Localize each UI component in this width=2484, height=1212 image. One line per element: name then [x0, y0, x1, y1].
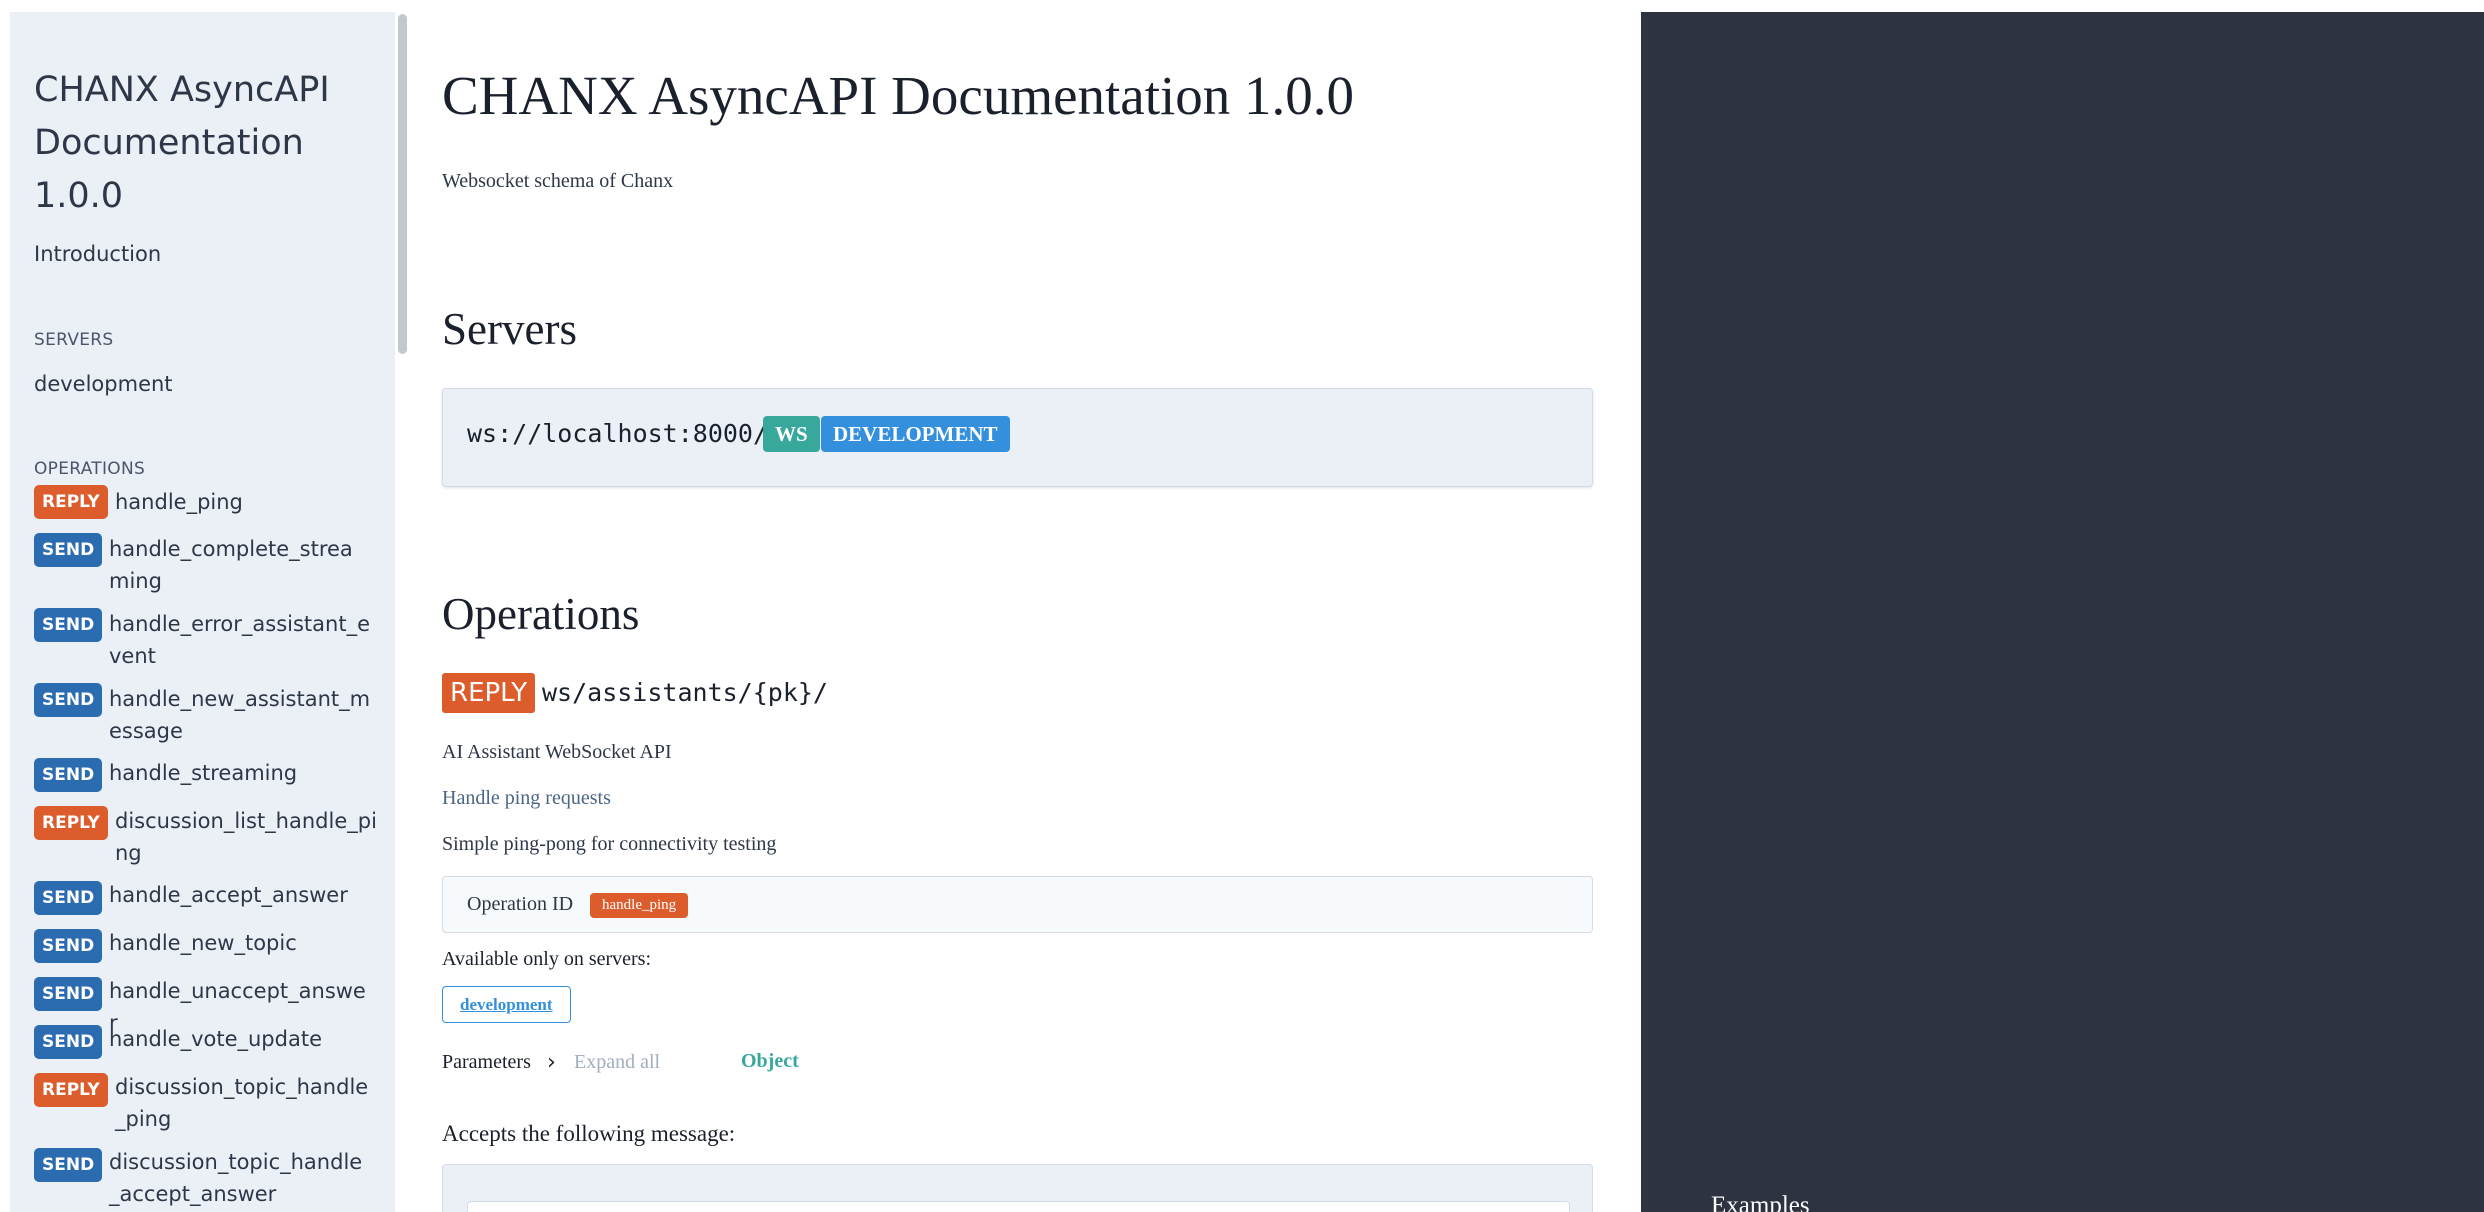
- operation-description: Simple ping-pong for connectivity testin…: [442, 833, 777, 855]
- operation-name: handle_complete_streaming: [109, 537, 353, 593]
- sidebar-scrollbar[interactable]: [398, 14, 407, 354]
- operation-id-box: Operation ID handle_ping: [442, 876, 1593, 933]
- page-description: Websocket schema of Chanx: [442, 170, 674, 192]
- message-header[interactable]: [467, 1201, 1570, 1212]
- operation-type-badge: SEND: [34, 1148, 103, 1182]
- available-servers-label: Available only on servers:: [442, 948, 652, 970]
- sidebar-item-server-development[interactable]: development: [34, 372, 173, 396]
- sidebar-servers-heading: SERVERS: [34, 330, 114, 350]
- protocol-badge: WS: [763, 416, 820, 452]
- message-card: [442, 1164, 1593, 1212]
- operation-type-badge: SEND: [34, 929, 103, 963]
- operation-type-badge: REPLY: [34, 485, 108, 519]
- channel-name: ws/assistants/{pk}/: [542, 678, 828, 707]
- operation-name: handle_accept_answer: [109, 883, 348, 907]
- sidebar-operations-heading: OPERATIONS: [34, 459, 146, 479]
- sidebar: CHANX AsyncAPI Documentation 1.0.0 Intro…: [10, 12, 395, 1212]
- operation-id-badge: handle_ping: [590, 893, 689, 918]
- operation-type-badge: SEND: [34, 1025, 103, 1059]
- operation-type-badge: REPLY: [34, 1073, 108, 1107]
- operation-type-badge: SEND: [34, 533, 103, 567]
- server-card: ws://localhost:8000/ WS DEVELOPMENT: [442, 388, 1593, 487]
- operation-name: handle_new_topic: [109, 931, 297, 955]
- page-title: CHANX AsyncAPI Documentation 1.0.0: [442, 65, 1355, 126]
- server-url: ws://localhost:8000/: [467, 419, 769, 448]
- chevron-right-icon[interactable]: ›: [547, 1050, 556, 1075]
- operation-name: handle_ping: [115, 490, 243, 514]
- environment-badge: DEVELOPMENT: [821, 416, 1010, 452]
- operation-name: discussion_topic_handle_accept_answer: [109, 1150, 363, 1206]
- expand-all-button[interactable]: Expand all: [574, 1051, 660, 1074]
- operation-name: handle_error_assistant_event: [109, 612, 371, 668]
- operation-id-label: Operation ID: [467, 893, 574, 915]
- operation-name: discussion_list_handle_ping: [115, 809, 377, 865]
- examples-heading: Examples: [1711, 1192, 1810, 1212]
- operation-type-badge: REPLY: [442, 673, 536, 713]
- examples-panel: Examples: [1641, 12, 2484, 1212]
- servers-heading: Servers: [442, 304, 577, 354]
- main-content: CHANX AsyncAPI Documentation 1.0.0 Webso…: [408, 0, 1640, 1212]
- channel-description: AI Assistant WebSocket API: [442, 741, 672, 763]
- operation-type-badge: REPLY: [34, 806, 108, 840]
- operation-type-badge: SEND: [34, 881, 103, 915]
- parameters-label[interactable]: Parameters: [442, 1051, 531, 1074]
- sidebar-item-introduction[interactable]: Introduction: [34, 242, 161, 266]
- operation-type-badge: SEND: [34, 608, 103, 642]
- operation-name: discussion_topic_handle_ping: [115, 1075, 369, 1131]
- operation-name: handle_new_assistant_message: [109, 687, 371, 743]
- operation-type-badge: SEND: [34, 758, 103, 792]
- operation-type-badge: SEND: [34, 977, 103, 1011]
- operation-name: handle_vote_update: [109, 1027, 322, 1051]
- available-server-link[interactable]: development: [442, 986, 571, 1023]
- parameters-type: Object: [741, 1050, 799, 1072]
- operation-name: handle_streaming: [109, 761, 298, 785]
- operation-summary: Handle ping requests: [442, 787, 611, 809]
- operation-type-badge: SEND: [34, 683, 103, 717]
- sidebar-title[interactable]: CHANX AsyncAPI Documentation 1.0.0: [34, 64, 374, 223]
- accepts-message-label: Accepts the following message:: [442, 1121, 736, 1146]
- operations-heading: Operations: [442, 589, 640, 639]
